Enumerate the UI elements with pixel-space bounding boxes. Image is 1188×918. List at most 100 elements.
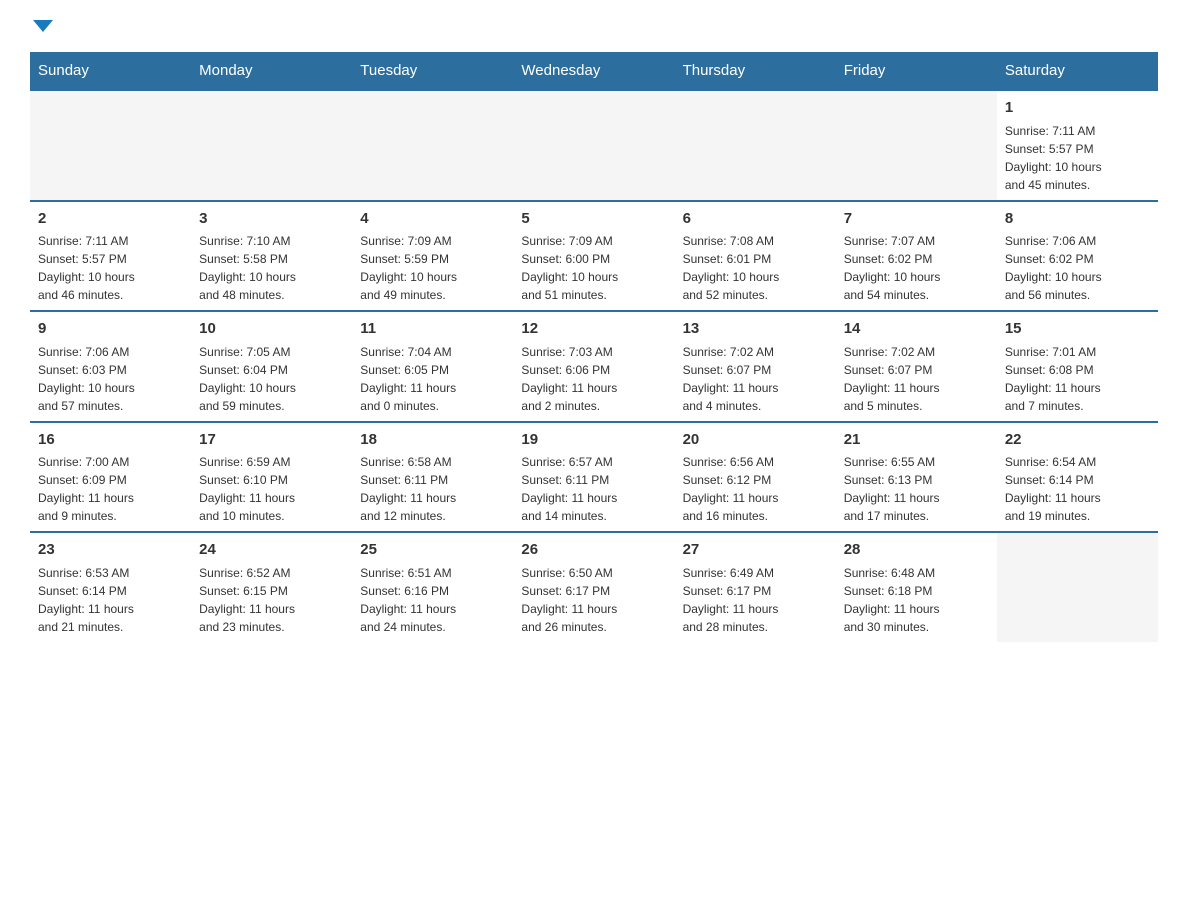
calendar-day-cell: 27Sunrise: 6:49 AMSunset: 6:17 PMDayligh…: [675, 532, 836, 642]
day-info-text: Daylight: 10 hours: [38, 268, 183, 286]
day-info-text: Sunset: 6:11 PM: [360, 471, 505, 489]
calendar-day-cell: 13Sunrise: 7:02 AMSunset: 6:07 PMDayligh…: [675, 311, 836, 422]
calendar-day-cell: [352, 90, 513, 201]
day-info-text: and 48 minutes.: [199, 286, 344, 304]
calendar-day-cell: 22Sunrise: 6:54 AMSunset: 6:14 PMDayligh…: [997, 422, 1158, 533]
day-info-text: and 9 minutes.: [38, 507, 183, 525]
day-info-text: Sunset: 6:02 PM: [844, 250, 989, 268]
day-info-text: and 46 minutes.: [38, 286, 183, 304]
day-number: 26: [521, 539, 666, 562]
day-info-text: Sunset: 6:05 PM: [360, 361, 505, 379]
day-info-text: Sunrise: 6:55 AM: [844, 453, 989, 471]
day-number: 11: [360, 318, 505, 341]
calendar-day-cell: 26Sunrise: 6:50 AMSunset: 6:17 PMDayligh…: [513, 532, 674, 642]
day-info-text: and 0 minutes.: [360, 397, 505, 415]
day-info-text: and 24 minutes.: [360, 618, 505, 636]
day-info-text: Sunset: 6:03 PM: [38, 361, 183, 379]
day-info-text: and 28 minutes.: [683, 618, 828, 636]
day-info-text: Daylight: 11 hours: [199, 600, 344, 618]
day-info-text: Sunrise: 6:54 AM: [1005, 453, 1150, 471]
day-info-text: and 21 minutes.: [38, 618, 183, 636]
logo-triangle-icon: [33, 20, 53, 32]
weekday-header-monday: Monday: [191, 52, 352, 90]
calendar-day-cell: 9Sunrise: 7:06 AMSunset: 6:03 PMDaylight…: [30, 311, 191, 422]
day-info-text: and 52 minutes.: [683, 286, 828, 304]
day-number: 24: [199, 539, 344, 562]
day-info-text: Daylight: 11 hours: [683, 600, 828, 618]
day-info-text: Sunset: 6:17 PM: [683, 582, 828, 600]
day-info-text: Daylight: 11 hours: [360, 489, 505, 507]
day-info-text: and 56 minutes.: [1005, 286, 1150, 304]
day-info-text: Sunrise: 7:02 AM: [683, 343, 828, 361]
calendar-day-cell: [30, 90, 191, 201]
day-info-text: Daylight: 11 hours: [360, 379, 505, 397]
calendar-day-cell: 10Sunrise: 7:05 AMSunset: 6:04 PMDayligh…: [191, 311, 352, 422]
day-info-text: Sunset: 6:07 PM: [844, 361, 989, 379]
day-info-text: Sunset: 6:04 PM: [199, 361, 344, 379]
calendar-week-row: 16Sunrise: 7:00 AMSunset: 6:09 PMDayligh…: [30, 422, 1158, 533]
weekday-header-friday: Friday: [836, 52, 997, 90]
day-info-text: and 23 minutes.: [199, 618, 344, 636]
day-info-text: Sunrise: 6:50 AM: [521, 564, 666, 582]
day-info-text: Sunset: 6:11 PM: [521, 471, 666, 489]
calendar-day-cell: 24Sunrise: 6:52 AMSunset: 6:15 PMDayligh…: [191, 532, 352, 642]
day-number: 25: [360, 539, 505, 562]
calendar-day-cell: [513, 90, 674, 201]
day-info-text: Sunset: 6:15 PM: [199, 582, 344, 600]
day-info-text: Daylight: 11 hours: [521, 600, 666, 618]
day-info-text: Sunrise: 6:53 AM: [38, 564, 183, 582]
day-number: 3: [199, 208, 344, 231]
day-info-text: and 10 minutes.: [199, 507, 344, 525]
day-number: 12: [521, 318, 666, 341]
calendar-week-row: 1Sunrise: 7:11 AMSunset: 5:57 PMDaylight…: [30, 90, 1158, 201]
calendar-day-cell: 4Sunrise: 7:09 AMSunset: 5:59 PMDaylight…: [352, 201, 513, 312]
day-number: 27: [683, 539, 828, 562]
day-info-text: Daylight: 10 hours: [38, 379, 183, 397]
day-info-text: Daylight: 10 hours: [199, 268, 344, 286]
day-info-text: Daylight: 10 hours: [360, 268, 505, 286]
day-info-text: Sunrise: 7:09 AM: [521, 232, 666, 250]
day-info-text: Sunset: 6:14 PM: [1005, 471, 1150, 489]
day-info-text: Sunrise: 7:08 AM: [683, 232, 828, 250]
day-number: 1: [1005, 97, 1150, 120]
day-info-text: Sunrise: 6:56 AM: [683, 453, 828, 471]
day-number: 8: [1005, 208, 1150, 231]
day-info-text: Daylight: 10 hours: [1005, 158, 1150, 176]
day-info-text: Daylight: 11 hours: [683, 379, 828, 397]
day-info-text: Daylight: 11 hours: [844, 379, 989, 397]
weekday-header-thursday: Thursday: [675, 52, 836, 90]
calendar-day-cell: 5Sunrise: 7:09 AMSunset: 6:00 PMDaylight…: [513, 201, 674, 312]
day-number: 2: [38, 208, 183, 231]
day-info-text: Daylight: 10 hours: [683, 268, 828, 286]
day-number: 5: [521, 208, 666, 231]
day-info-text: Daylight: 11 hours: [844, 600, 989, 618]
day-number: 22: [1005, 429, 1150, 452]
page-header: [30, 20, 1158, 32]
logo: [30, 20, 53, 32]
day-info-text: and 16 minutes.: [683, 507, 828, 525]
calendar-day-cell: 16Sunrise: 7:00 AMSunset: 6:09 PMDayligh…: [30, 422, 191, 533]
calendar-week-row: 23Sunrise: 6:53 AMSunset: 6:14 PMDayligh…: [30, 532, 1158, 642]
day-info-text: Sunset: 5:58 PM: [199, 250, 344, 268]
calendar-day-cell: 25Sunrise: 6:51 AMSunset: 6:16 PMDayligh…: [352, 532, 513, 642]
calendar-week-row: 9Sunrise: 7:06 AMSunset: 6:03 PMDaylight…: [30, 311, 1158, 422]
calendar-day-cell: 23Sunrise: 6:53 AMSunset: 6:14 PMDayligh…: [30, 532, 191, 642]
day-info-text: Sunset: 6:07 PM: [683, 361, 828, 379]
weekday-header-saturday: Saturday: [997, 52, 1158, 90]
day-info-text: and 14 minutes.: [521, 507, 666, 525]
calendar-day-cell: [191, 90, 352, 201]
day-info-text: Sunrise: 7:03 AM: [521, 343, 666, 361]
day-info-text: Sunset: 6:08 PM: [1005, 361, 1150, 379]
day-info-text: Sunrise: 6:48 AM: [844, 564, 989, 582]
day-info-text: Sunrise: 7:05 AM: [199, 343, 344, 361]
day-info-text: and 17 minutes.: [844, 507, 989, 525]
calendar-day-cell: [836, 90, 997, 201]
weekday-header-tuesday: Tuesday: [352, 52, 513, 90]
day-number: 17: [199, 429, 344, 452]
day-info-text: Sunset: 6:18 PM: [844, 582, 989, 600]
calendar-day-cell: 3Sunrise: 7:10 AMSunset: 5:58 PMDaylight…: [191, 201, 352, 312]
day-info-text: Sunset: 5:57 PM: [1005, 140, 1150, 158]
day-number: 23: [38, 539, 183, 562]
day-info-text: and 59 minutes.: [199, 397, 344, 415]
day-info-text: Daylight: 11 hours: [683, 489, 828, 507]
